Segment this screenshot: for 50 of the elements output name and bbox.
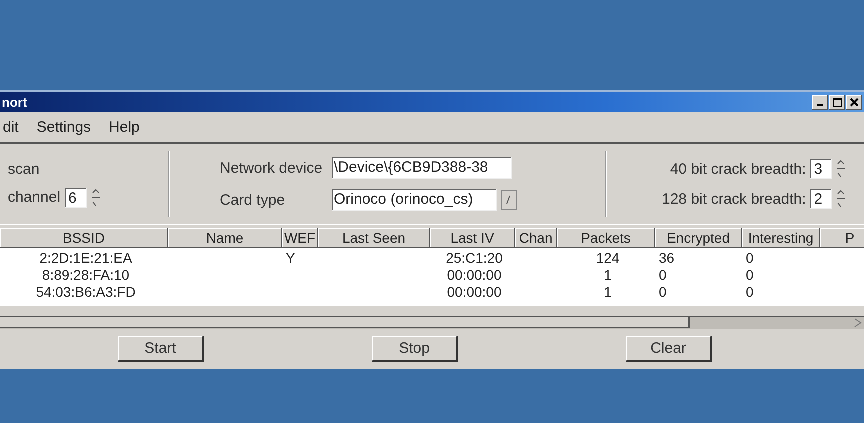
spinner-arrows-icon[interactable] bbox=[836, 160, 846, 178]
column-header[interactable]: WEF bbox=[282, 228, 318, 248]
channel-label: channel bbox=[8, 189, 61, 206]
card-type-dropdown[interactable]: Orinoco (orinoco_cs) bbox=[332, 189, 497, 211]
close-icon[interactable] bbox=[846, 94, 862, 110]
crack-breadth-field[interactable]: 2 bbox=[810, 189, 832, 209]
action-button[interactable]: Stop bbox=[372, 336, 458, 362]
table-cell: Y bbox=[286, 250, 296, 266]
column-header[interactable]: Interesting bbox=[742, 228, 820, 248]
table-cell: 1 bbox=[604, 267, 612, 283]
table-cell: 0 bbox=[659, 284, 667, 300]
crack-breadth-label: 128 bit crack breadth: bbox=[662, 190, 806, 208]
menu-item[interactable]: Help bbox=[106, 118, 143, 136]
column-header[interactable]: BSSID bbox=[0, 228, 168, 248]
column-header[interactable]: Encrypted bbox=[655, 228, 742, 248]
table-cell: 2:2D:1E:21:EA bbox=[40, 250, 132, 266]
table-cell: 8:89:28:FA:10 bbox=[42, 267, 130, 283]
menu-item[interactable]: dit bbox=[0, 118, 22, 136]
table-cell: 0 bbox=[746, 250, 754, 266]
column-header[interactable]: Last IV bbox=[430, 228, 515, 248]
channel-field[interactable]: 6 bbox=[64, 188, 87, 208]
table-cell: 25:C1:20 bbox=[446, 250, 503, 266]
minimize-icon[interactable] bbox=[812, 94, 828, 110]
card-type-label: Card type bbox=[220, 192, 286, 208]
spinner-arrows-icon[interactable] bbox=[836, 190, 846, 208]
column-header[interactable]: Name bbox=[168, 228, 282, 248]
table-cell: 36 bbox=[659, 250, 675, 266]
table-cell: 0 bbox=[746, 267, 754, 283]
table-cell: 124 bbox=[596, 250, 620, 266]
table-cell: 00:00:00 bbox=[447, 284, 502, 300]
column-header[interactable]: P bbox=[820, 228, 864, 248]
network-device-label: Network device bbox=[220, 160, 324, 176]
action-button[interactable]: Start bbox=[118, 336, 204, 362]
menu-item[interactable]: Settings bbox=[34, 118, 94, 136]
column-header[interactable]: Packets bbox=[557, 228, 655, 248]
window-title: nort bbox=[2, 94, 28, 110]
column-header[interactable]: Last Seen bbox=[318, 228, 430, 248]
table-cell: 54:03:B6:A3:FD bbox=[36, 284, 136, 300]
action-button[interactable]: Clear bbox=[626, 336, 712, 362]
table-cell: 1 bbox=[604, 284, 612, 300]
maximize-icon[interactable] bbox=[829, 94, 845, 110]
network-device-field[interactable]: \Device\{6CB9D388-38 bbox=[332, 157, 512, 179]
table-cell: 0 bbox=[746, 284, 754, 300]
spinner-arrows-icon[interactable] bbox=[90, 188, 101, 206]
crack-breadth-label: 40 bit crack breadth: bbox=[670, 160, 806, 178]
table-cell: 00:00:00 bbox=[447, 267, 502, 283]
column-header[interactable]: Chan bbox=[515, 228, 557, 248]
scan-label: scan bbox=[8, 160, 41, 178]
table-cell: 0 bbox=[659, 267, 667, 283]
crack-breadth-field[interactable]: 3 bbox=[810, 159, 832, 179]
